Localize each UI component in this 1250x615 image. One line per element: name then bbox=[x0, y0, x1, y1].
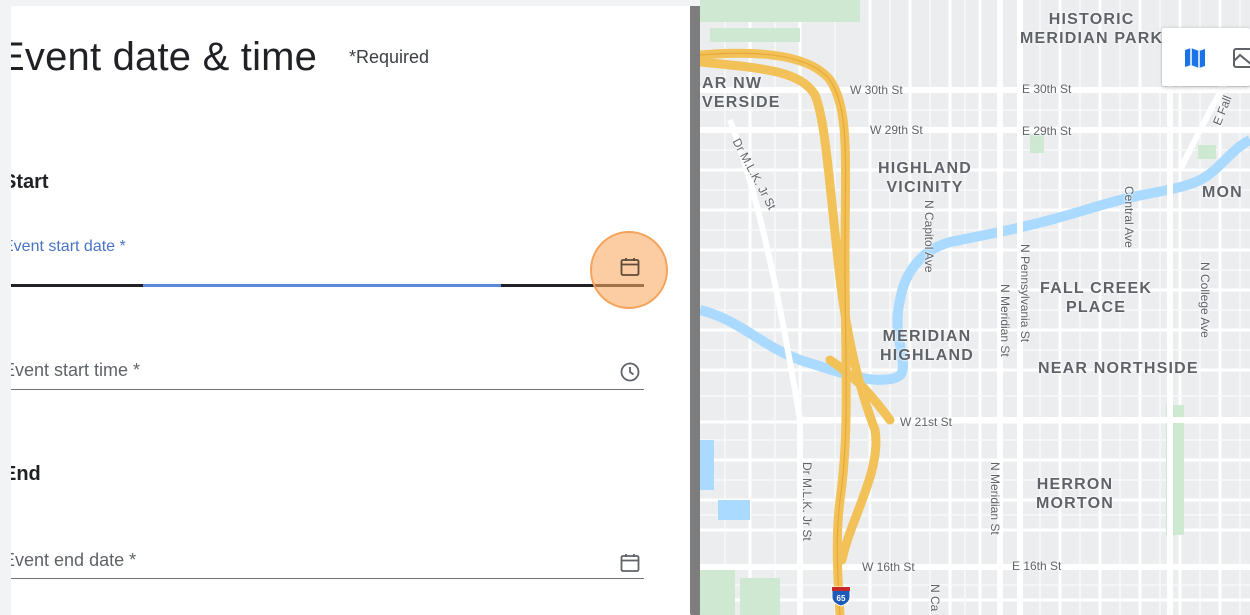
map-label-near-northside: NEAR NORTHSIDE bbox=[1038, 360, 1199, 377]
map-label-near-nw: AR NW VERSIDE bbox=[702, 74, 781, 112]
street-meridian-upper: N Meridian St bbox=[998, 284, 1012, 357]
event-form-panel: Event date & time *Required Start Event … bbox=[0, 5, 690, 615]
map-label-herron: HERRON MORTON bbox=[1036, 475, 1114, 513]
interstate-shield-icon: 65 bbox=[831, 586, 851, 607]
map-label-line: HISTORIC bbox=[1048, 11, 1135, 28]
start-date-calendar-icon[interactable] bbox=[616, 253, 644, 281]
street-capitol: N Capitol Ave bbox=[922, 200, 936, 273]
street-e16: E 16th St bbox=[1012, 559, 1062, 573]
map-label-fall-creek: FALL CREEK PLACE bbox=[1040, 279, 1152, 317]
street-central: Central Ave bbox=[1122, 186, 1136, 248]
clock-icon bbox=[620, 362, 640, 382]
event-start-date-label: Event start date * bbox=[3, 238, 126, 255]
street-mlk-lower: Dr M.L.K. Jr St bbox=[800, 462, 814, 541]
page-title: Event date & time bbox=[0, 35, 318, 79]
left-edge bbox=[0, 0, 11, 615]
end-date-calendar-icon[interactable] bbox=[616, 549, 644, 577]
event-start-time-label: Event start time * bbox=[3, 360, 141, 380]
street-meridian-lower: N Meridian St bbox=[988, 462, 1002, 535]
street-w29: W 29th St bbox=[870, 123, 923, 137]
calendar-icon bbox=[620, 258, 640, 276]
interstate-number: 65 bbox=[837, 594, 846, 603]
event-start-time-field[interactable]: Event start time * bbox=[0, 355, 644, 395]
satellite-view-button[interactable] bbox=[1228, 43, 1250, 73]
map-label-line: VICINITY bbox=[886, 179, 964, 196]
calendar-icon bbox=[620, 554, 640, 572]
map-label-line: MERIDIAN bbox=[882, 328, 972, 345]
top-edge bbox=[0, 0, 700, 6]
event-end-date-field[interactable]: Event end date * bbox=[0, 545, 644, 585]
map-label-line: AR NW bbox=[702, 75, 763, 92]
street-w21: W 21st St bbox=[900, 415, 953, 429]
satellite-icon bbox=[1233, 48, 1250, 68]
map-icon bbox=[1185, 48, 1205, 68]
start-date-focus-underline bbox=[143, 284, 501, 287]
map-label-meridian-highland: MERIDIAN HIGHLAND bbox=[880, 327, 974, 365]
start-time-underline bbox=[0, 389, 644, 390]
map-label-mon: MON bbox=[1202, 184, 1243, 201]
street-e30: E 30th St bbox=[1022, 82, 1072, 96]
street-college: N College Ave bbox=[1198, 262, 1212, 338]
street-w30: W 30th St bbox=[850, 83, 903, 97]
map-label-line: HIGHLAND bbox=[880, 347, 975, 364]
map-view[interactable]: HISTORIC MERIDIAN PARK AR NW VERSIDE HIG… bbox=[700, 0, 1250, 615]
map-label-line: HERRON bbox=[1036, 476, 1114, 493]
street-e29: E 29th St bbox=[1022, 124, 1072, 138]
map-label-line: MORTON bbox=[1036, 495, 1115, 512]
event-end-date-label: Event end date * bbox=[3, 550, 137, 570]
app-root: Event date & time *Required Start Event … bbox=[0, 0, 1250, 615]
map-label-line: VERSIDE bbox=[702, 94, 781, 111]
map-label-highland: HIGHLAND VICINITY bbox=[878, 159, 972, 197]
required-note: *Required bbox=[349, 47, 430, 67]
end-date-underline bbox=[0, 578, 644, 579]
street-pennsylvania: N Pennsylvania St bbox=[1018, 244, 1032, 343]
map-label-line: PLACE bbox=[1065, 299, 1127, 316]
map-canvas bbox=[700, 0, 1250, 615]
event-start-date-field[interactable]: Event start date * bbox=[0, 235, 644, 295]
map-type-controls bbox=[1162, 28, 1250, 86]
map-view-button[interactable] bbox=[1180, 43, 1210, 73]
street-n-ca: N Ca bbox=[928, 584, 942, 612]
map-label-line: MERIDIAN PARK bbox=[1020, 30, 1164, 47]
map-label-line: HIGHLAND bbox=[878, 160, 973, 177]
map-label-line: FALL CREEK bbox=[1040, 280, 1153, 297]
map-label-historic: HISTORIC MERIDIAN PARK bbox=[1020, 10, 1163, 48]
start-time-clock-icon[interactable] bbox=[616, 358, 644, 386]
street-w16: W 16th St bbox=[862, 560, 915, 574]
